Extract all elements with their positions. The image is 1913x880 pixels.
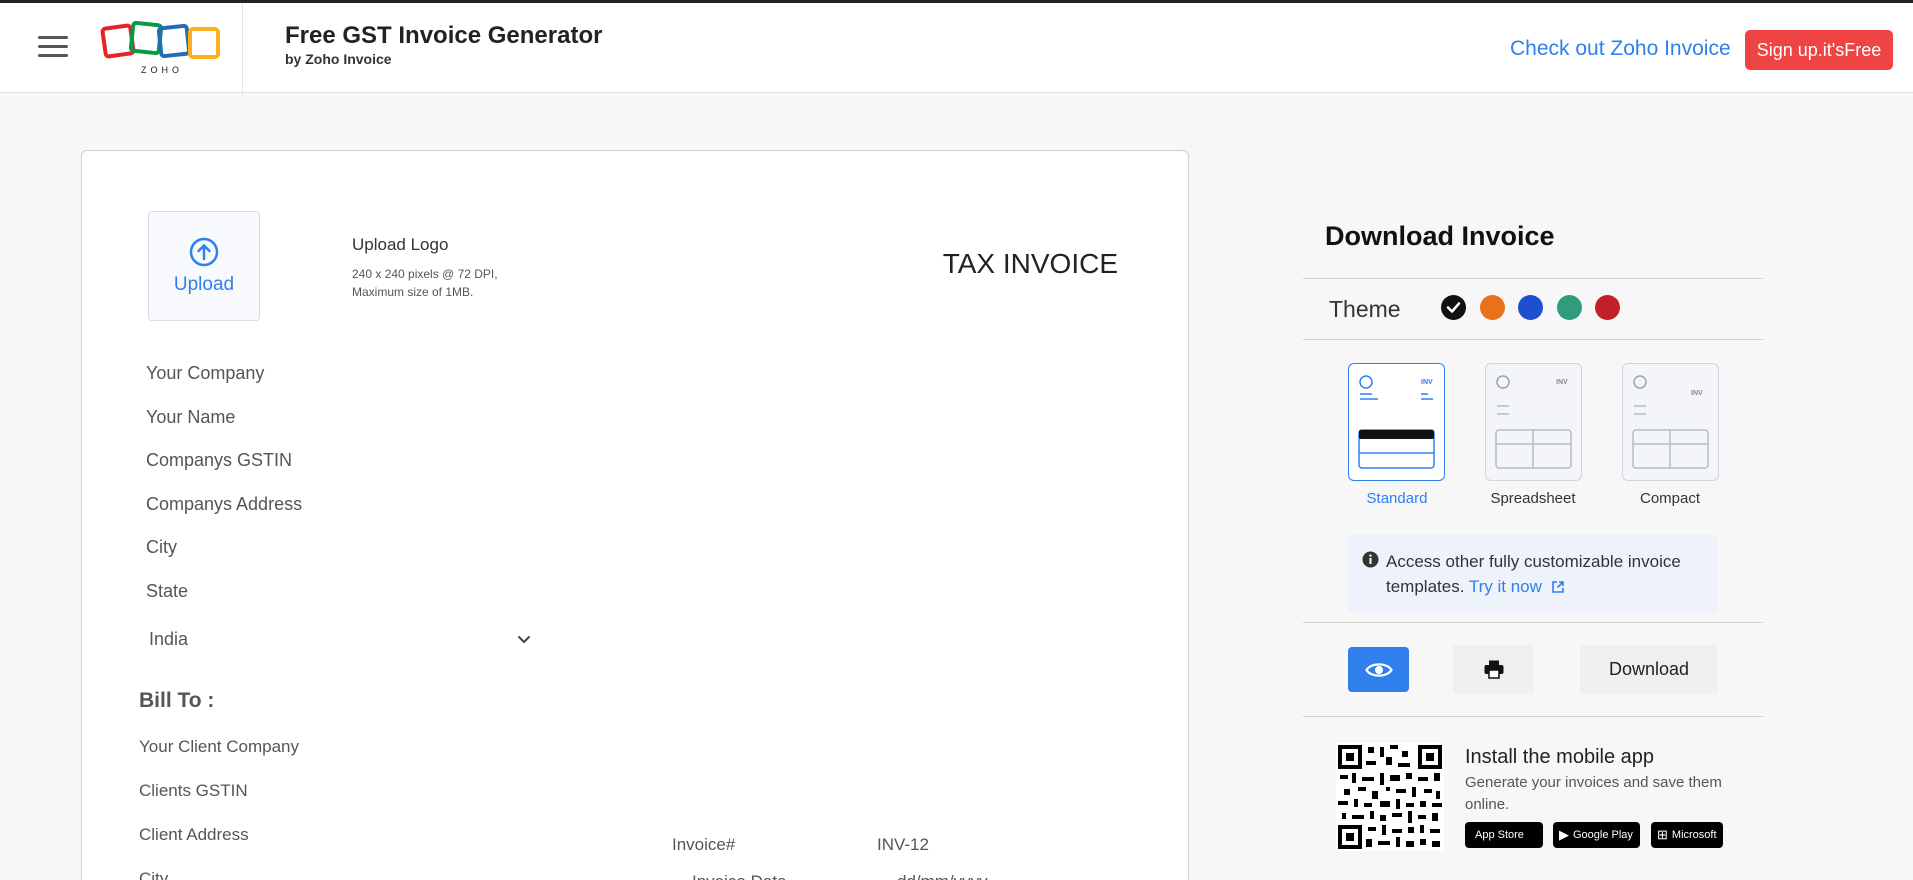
client-address-field[interactable]: Client Address <box>139 825 249 845</box>
microsoft-store-badge[interactable]: ⊞ Microsoft <box>1651 822 1723 848</box>
country-value: India <box>149 629 189 649</box>
app-store-label: App Store <box>1475 829 1524 841</box>
svg-text:INV: INV <box>1556 379 1568 386</box>
divider <box>1303 339 1763 340</box>
company-gstin-field[interactable]: Companys GSTIN <box>146 450 292 471</box>
chevron-down-icon <box>518 636 530 643</box>
template-standard[interactable]: INV <box>1348 363 1445 481</box>
windows-icon: ⊞ <box>1657 827 1668 842</box>
app-store-badge[interactable]: App Store <box>1465 822 1543 848</box>
invoice-date-input[interactable]: dd/mm/yyyy <box>897 872 988 880</box>
mobile-app-heading: Install the mobile app <box>1465 746 1655 768</box>
zoho-logo[interactable]: ZOHO <box>100 21 224 77</box>
theme-label: Theme <box>1329 296 1401 322</box>
bill-to-heading: Bill To : <box>139 689 215 712</box>
svg-text:INV: INV <box>1421 379 1433 386</box>
upload-logo-title: Upload Logo <box>352 235 449 254</box>
printer-icon <box>1484 660 1503 679</box>
print-button[interactable] <box>1453 645 1534 694</box>
theme-swatch-green[interactable] <box>1557 295 1582 320</box>
microsoft-label: Microsoft <box>1671 829 1717 841</box>
invoice-date-label: Invoice Date <box>692 872 787 880</box>
download-button[interactable]: Download <box>1580 645 1718 694</box>
svg-text:INV: INV <box>1691 390 1703 397</box>
page-subtitle: by Zoho Invoice <box>285 51 392 67</box>
invoice-card: Upload Upload Logo 240 x 240 pixels @ 72… <box>81 150 1189 880</box>
menu-icon[interactable] <box>38 36 68 58</box>
upload-logo-hint: 240 x 240 pixels @ 72 DPI, Maximum size … <box>352 267 498 299</box>
template-label-standard[interactable]: Standard <box>1327 490 1467 507</box>
google-play-badge[interactable]: ▶ Google Play <box>1553 822 1640 848</box>
header-divider <box>242 3 243 95</box>
divider <box>1303 278 1763 279</box>
theme-swatch-red[interactable] <box>1595 295 1620 320</box>
upload-icon <box>189 237 219 267</box>
client-city-field[interactable]: City <box>139 869 168 880</box>
invoice-number-label: Invoice# <box>672 835 736 854</box>
page-title: Free GST Invoice Generator <box>285 22 603 49</box>
your-name-field[interactable]: Your Name <box>146 407 235 428</box>
theme-swatch-blue[interactable] <box>1518 295 1543 320</box>
country-select[interactable]: India <box>146 623 538 655</box>
top-header: ZOHO Free GST Invoice Generator by Zoho … <box>0 0 1913 95</box>
info-icon <box>1362 551 1379 568</box>
invoice-number-input[interactable]: INV-12 <box>877 835 929 855</box>
upload-label: Upload <box>173 274 235 295</box>
client-gstin-field[interactable]: Clients GSTIN <box>139 781 248 801</box>
check-icon <box>1446 302 1461 313</box>
your-company-field[interactable]: Your Company <box>146 363 264 384</box>
logo-text: ZOHO <box>141 65 183 75</box>
city-field[interactable]: City <box>146 537 177 558</box>
qr-code-image <box>1336 743 1444 851</box>
template-compact[interactable]: INV <box>1622 363 1719 481</box>
templates-info-banner: Access other fully customizable invoice … <box>1348 534 1718 613</box>
google-play-label: Google Play <box>1573 829 1633 841</box>
company-address-field[interactable]: Companys Address <box>146 494 302 515</box>
template-label-compact[interactable]: Compact <box>1600 490 1740 507</box>
eye-icon <box>1364 662 1393 677</box>
signup-button[interactable]: Sign up.it'sFree <box>1745 30 1893 70</box>
divider <box>1303 716 1763 717</box>
template-spreadsheet[interactable]: INV <box>1485 363 1582 481</box>
preview-button[interactable] <box>1348 647 1409 692</box>
invoice-title[interactable]: TAX INVOICE <box>943 248 1118 280</box>
try-it-now-link[interactable]: Try it now <box>1469 577 1565 596</box>
upload-logo-button[interactable]: Upload <box>148 211 260 321</box>
divider <box>1303 622 1763 623</box>
check-out-zoho-link[interactable]: Check out Zoho Invoice <box>1510 37 1731 61</box>
theme-swatch-black[interactable] <box>1441 295 1466 320</box>
theme-swatch-orange[interactable] <box>1480 295 1505 320</box>
mobile-app-description: Generate your invoices and save them onl… <box>1465 774 1722 813</box>
download-invoice-heading: Download Invoice <box>1325 221 1555 251</box>
external-link-icon <box>1551 581 1564 593</box>
state-field[interactable]: State <box>146 581 188 602</box>
template-label-spreadsheet[interactable]: Spreadsheet <box>1463 490 1603 507</box>
client-company-field[interactable]: Your Client Company <box>139 737 299 757</box>
play-icon: ▶ <box>1559 827 1569 842</box>
